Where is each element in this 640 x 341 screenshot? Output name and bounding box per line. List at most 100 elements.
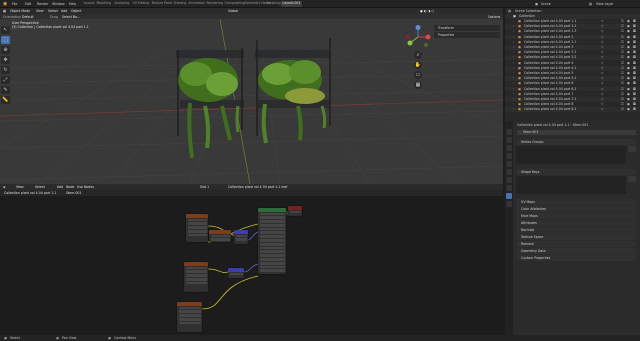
menu-object[interactable]: Object [71, 9, 81, 13]
pan-hand-icon[interactable]: ✋ [414, 61, 422, 69]
checkbox-icon[interactable]: ☑ [621, 45, 624, 50]
camera-icon[interactable]: ◘ [633, 107, 636, 112]
camera-icon[interactable]: ◘ [633, 24, 636, 29]
measure-tool-icon[interactable]: 📏 [1, 96, 10, 104]
tab-sculpting[interactable]: Sculpting [113, 1, 131, 7]
outliner-item[interactable]: › ▣ Collection plant vol 4.04 part 7 ▽ ☑ ◉ ◘ [505, 92, 640, 97]
viewport-shading-icon[interactable]: ● ◐ ◑ ○ [420, 9, 434, 13]
node-field[interactable] [259, 242, 285, 246]
eye-icon[interactable]: ◉ [627, 35, 630, 40]
node-field[interactable] [259, 239, 285, 242]
checkbox-icon[interactable]: ☑ [621, 19, 624, 24]
tab-rendering[interactable]: Rendering [205, 1, 224, 7]
checkbox-icon[interactable]: ☑ [621, 40, 624, 45]
eye-icon[interactable]: ◉ [627, 81, 630, 86]
rotate-tool-icon[interactable]: ↻ [1, 66, 10, 74]
camera-icon[interactable]: ◘ [633, 35, 636, 40]
scene-icon[interactable]: ▣ [535, 2, 538, 6]
expand-arrow-icon[interactable]: › [513, 87, 514, 92]
panel-uv-maps[interactable]: UV Maps [516, 199, 636, 205]
checkbox-icon[interactable]: ☑ [621, 24, 624, 29]
node-field[interactable] [229, 272, 243, 276]
expand-arrow-icon[interactable]: › [513, 55, 514, 60]
menu-file[interactable]: File [12, 2, 17, 6]
expand-arrow-icon[interactable]: › [513, 61, 514, 66]
camera-icon[interactable]: ◘ [633, 71, 636, 76]
shader-node-editor[interactable]: ◈ View Select Add Node Use Nodes Slot 1 … [0, 184, 503, 341]
default-selector[interactable]: Default [22, 15, 34, 19]
node-field[interactable] [289, 210, 301, 214]
eye-icon[interactable]: ◉ [627, 92, 630, 97]
3d-viewport[interactable]: ▦ Object Mode View Select Add Object Glo… [0, 8, 503, 184]
camera-icon[interactable]: ◘ [633, 76, 636, 81]
tweak-tool-icon[interactable]: ↖ [1, 26, 10, 34]
node-field[interactable] [210, 234, 230, 238]
node-field[interactable] [187, 218, 207, 222]
select-box-selector[interactable]: Select Bo... [62, 15, 80, 19]
tab-modeling[interactable]: Modeling [95, 1, 113, 7]
node-field[interactable] [259, 246, 285, 250]
expand-arrow-icon[interactable]: › [513, 29, 514, 34]
eye-icon[interactable]: ◉ [627, 45, 630, 50]
tab-transform[interactable]: Transform [434, 25, 500, 31]
panel-face-maps[interactable]: Face Maps [516, 213, 636, 219]
scene-tab-icon[interactable] [506, 161, 512, 167]
eye-icon[interactable]: ◉ [627, 76, 630, 81]
scale-tool-icon[interactable]: ⤢ [1, 76, 10, 84]
node-field[interactable] [185, 270, 207, 274]
expand-arrow-icon[interactable]: › [513, 66, 514, 71]
node-field[interactable] [178, 321, 201, 325]
node-field[interactable] [235, 238, 247, 242]
shape-keys-list[interactable] [516, 176, 626, 194]
camera-icon[interactable]: ◘ [633, 97, 636, 102]
camera-icon[interactable]: ◘ [633, 55, 636, 60]
tab-uv-editing[interactable]: UV Editing [131, 1, 151, 7]
outliner-item[interactable]: › ▣ Collection plant vol 4.04 part 7.1 ▽ ☑ ◉ ◘ [505, 97, 640, 102]
checkbox-icon[interactable]: ☑ [621, 76, 624, 81]
outliner-item[interactable]: › ▣ Collection plant vol 4.04 part 2 ▽ ☑ ◉ ◘ [505, 34, 640, 40]
expand-arrow-icon[interactable]: › [513, 76, 514, 81]
panel-attributes[interactable]: Attributes [516, 220, 636, 226]
mode-selector[interactable]: Object Mode [10, 9, 30, 13]
vertex-groups-list[interactable] [516, 146, 626, 164]
outliner-item[interactable]: › ▣ Collection plant vol 4.04 part 3.2 ▽ ☑ ◉ ◘ [505, 55, 640, 61]
move-tool-icon[interactable]: ✥ [1, 56, 10, 64]
node-field[interactable] [185, 281, 207, 285]
eye-icon[interactable]: ◉ [627, 29, 630, 34]
expand-arrow-icon[interactable]: › [513, 35, 514, 40]
camera-view-icon[interactable]: ▭ [414, 71, 422, 79]
menu-help[interactable]: Help [69, 2, 76, 6]
checkbox-icon[interactable]: ☑ [621, 29, 624, 34]
blender-logo-icon[interactable]: ◉ [3, 1, 7, 7]
camera-icon[interactable]: ◘ [633, 50, 636, 55]
panel-remesh[interactable]: Remesh [516, 241, 636, 247]
outliner-item[interactable]: › ▣ Collection plant vol 4.04 part 1.1 ▽ ☑ ◉ ◘ [505, 19, 640, 24]
image-texture-node-4[interactable] [177, 302, 202, 332]
node-field[interactable] [187, 233, 207, 237]
menu-edit[interactable]: Edit [25, 2, 31, 6]
axis-gizmo[interactable] [402, 25, 438, 49]
tab-shading[interactable]: Shading [172, 1, 188, 7]
expand-arrow-icon[interactable]: › [513, 92, 514, 97]
panel-custom-properties[interactable]: Custom Properties [516, 255, 636, 261]
node-field[interactable] [259, 223, 285, 227]
annotate-tool-icon[interactable]: ✎ [1, 86, 10, 94]
tool-tab-icon[interactable] [506, 129, 512, 135]
normal-map-node[interactable] [234, 230, 248, 244]
eye-icon[interactable]: ◉ [627, 24, 630, 29]
menu-window[interactable]: Window [52, 2, 65, 6]
perspective-grid-icon[interactable]: ▦ [414, 81, 422, 89]
checkbox-icon[interactable]: ☑ [621, 50, 624, 55]
view-layer-selector[interactable]: View Layer [596, 2, 613, 6]
outliner-item[interactable]: › ▣ Collection plant vol 4.04 part 1.3 ▽ ☑ ◉ ◘ [505, 29, 640, 34]
node-field[interactable] [259, 261, 285, 265]
outliner-item[interactable]: › ▣ Collection plant vol 4.04 part 6 ▽ ☑ ◉ ◘ [505, 81, 640, 86]
node-field[interactable] [259, 235, 285, 239]
material-tab-icon[interactable] [506, 201, 512, 207]
panel-texture-space[interactable]: Texture Space [516, 234, 636, 240]
select-box-tool-icon[interactable]: ⬚ [1, 36, 10, 44]
zoom-icon[interactable]: ⌕ [414, 51, 422, 59]
checkbox-icon[interactable]: ☑ [621, 87, 624, 92]
camera-icon[interactable]: ◘ [633, 40, 636, 45]
expand-arrow-icon[interactable]: › [513, 45, 514, 50]
